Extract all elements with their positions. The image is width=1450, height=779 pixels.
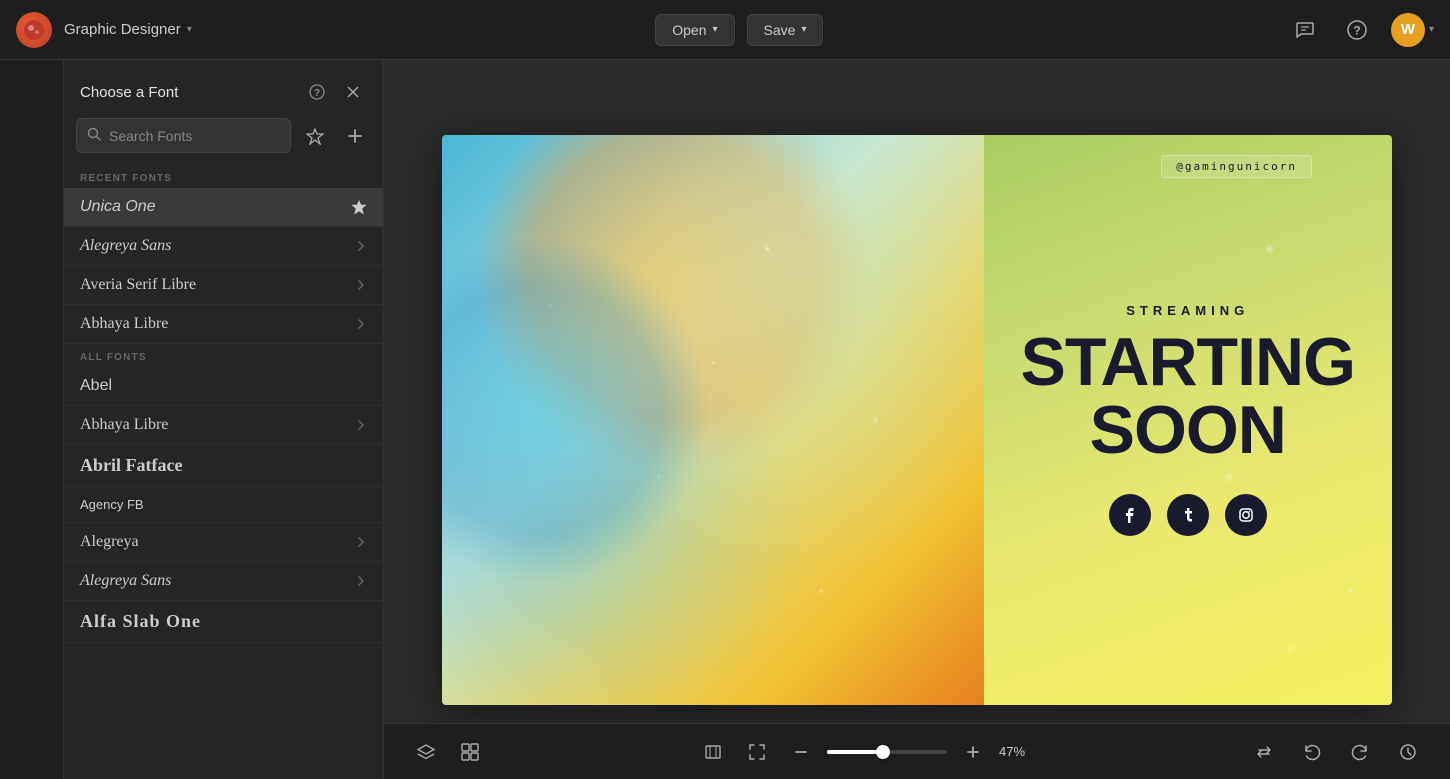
header-right: ? W ▾ [1287,12,1434,48]
app-logo[interactable] [16,12,52,48]
header: Graphic Designer ▾ Open ▾ Save ▾ ? W [0,0,1450,60]
bottom-left-tools [408,734,488,770]
font-name-averia-serif: Averia Serif Libre [80,276,355,294]
font-name-alegreya-sans: Alegreya Sans [80,572,355,590]
font-name-alfa-slab-one: Alfa Slab One [80,611,367,632]
font-panel-title: Choose a Font [80,84,178,101]
font-name-alegreya-sans-r: Alegreya Sans [80,237,355,255]
font-item-alegreya-sans-recent[interactable]: Alegreya Sans [64,227,383,266]
history-button[interactable] [1390,734,1426,770]
canvas-content-right: STREAMING STARTING SOON [984,135,1393,705]
font-item-agency-fb[interactable]: Agency FB [64,487,383,523]
zoom-slider-fill [827,750,883,754]
app-title[interactable]: Graphic Designer ▾ [64,21,192,38]
streaming-label: STREAMING [1126,303,1249,318]
font-name-abhaya-libre: Abhaya Libre [80,416,355,434]
chevron-right-icon [355,240,367,252]
font-item-abel[interactable]: Abel [64,367,383,406]
bottom-right-tools [1246,734,1426,770]
avatar-chevron: ▾ [1429,24,1434,35]
font-name-agency-fb: Agency FB [80,497,367,512]
all-fonts-label: ALL FONTS [64,344,383,367]
left-strip [0,60,64,779]
help-button[interactable]: ? [1339,12,1375,48]
zoom-out-button[interactable] [783,734,819,770]
chevron-right-icon [355,536,367,548]
app-title-chevron: ▾ [187,24,192,35]
canvas-area: STREAMING STARTING SOON [384,60,1450,779]
font-list: RECENT FONTS Unica One Alegreya Sans Ave… [64,165,383,779]
font-item-alegreya[interactable]: Alegreya [64,523,383,562]
font-item-abril-fatface[interactable]: Abril Fatface [64,445,383,487]
canvas-content: STREAMING STARTING SOON [442,135,1392,705]
canvas-wrapper: STREAMING STARTING SOON [442,135,1392,705]
user-avatar-wrapper[interactable]: W ▾ [1391,13,1434,47]
search-input[interactable] [109,128,280,144]
swap-button[interactable] [1246,734,1282,770]
favorites-filter-button[interactable] [299,120,331,152]
user-avatar: W [1391,13,1425,47]
font-name-unica-one: Unica One [80,198,351,216]
tumblr-icon-circle[interactable] [1167,494,1209,536]
add-font-button[interactable] [339,120,371,152]
font-panel-header: Choose a Font ? [64,60,383,118]
zoom-slider-container [827,750,947,754]
zoom-slider-thumb [876,745,890,759]
starting-line1: STARTING [1021,328,1356,396]
redo-button[interactable] [1342,734,1378,770]
app-title-text: Graphic Designer [64,21,181,38]
font-item-alegreya-sans[interactable]: Alegreya Sans [64,562,383,601]
font-name-abhaya-libre-r: Abhaya Libre [80,315,355,333]
chevron-right-icon [355,279,367,291]
font-name-abril-fatface: Abril Fatface [80,455,367,476]
chevron-right-icon [355,318,367,330]
font-item-unica-one[interactable]: Unica One [64,188,383,227]
social-icons-row [1109,494,1267,536]
save-chevron: ▾ [801,24,806,35]
starting-line2: SOON [1021,396,1356,464]
svg-text:?: ? [1353,23,1360,37]
bottom-center-tools: 47% [695,734,1039,770]
chat-button[interactable] [1287,12,1323,48]
zoom-slider[interactable] [827,750,947,754]
canvas-content-left [442,135,984,705]
font-panel: Choose a Font ? [64,60,384,779]
fullscreen-button[interactable] [739,734,775,770]
font-close-button[interactable] [339,78,367,106]
search-icon [87,127,101,144]
main-layout: Choose a Font ? [0,60,1450,779]
open-button[interactable]: Open ▾ [655,14,734,46]
search-input-wrapper [76,118,291,153]
recent-fonts-label: RECENT FONTS [64,165,383,188]
font-item-alfa-slab-one[interactable]: Alfa Slab One [64,601,383,643]
font-panel-header-icons: ? [303,78,367,106]
font-name-alegreya: Alegreya [80,533,355,551]
layers-button[interactable] [408,734,444,770]
chevron-right-icon [355,575,367,587]
header-center: Open ▾ Save ▾ [204,14,1275,46]
facebook-icon-circle[interactable] [1109,494,1151,536]
bottom-toolbar: 47% [384,723,1450,779]
open-chevron: ▾ [712,24,717,35]
starting-text: STARTING SOON [1021,328,1356,464]
search-box [76,118,371,153]
starred-icon [351,199,367,215]
save-label: Save [764,22,796,38]
font-help-button[interactable]: ? [303,78,331,106]
fit-page-button[interactable] [695,734,731,770]
chevron-right-icon [355,419,367,431]
grid-button[interactable] [452,734,488,770]
svg-text:?: ? [314,88,320,99]
open-label: Open [672,22,706,38]
gaming-handle: @gamingunicorn [1161,155,1312,178]
font-item-abhaya-libre[interactable]: Abhaya Libre [64,406,383,445]
font-name-abel: Abel [80,377,367,395]
undo-button[interactable] [1294,734,1330,770]
zoom-in-button[interactable] [955,734,991,770]
font-item-abhaya-libre-recent[interactable]: Abhaya Libre [64,305,383,344]
zoom-percent: 47% [999,744,1039,759]
font-item-averia-serif-libre[interactable]: Averia Serif Libre [64,266,383,305]
instagram-icon-circle[interactable] [1225,494,1267,536]
save-button[interactable]: Save ▾ [747,14,824,46]
